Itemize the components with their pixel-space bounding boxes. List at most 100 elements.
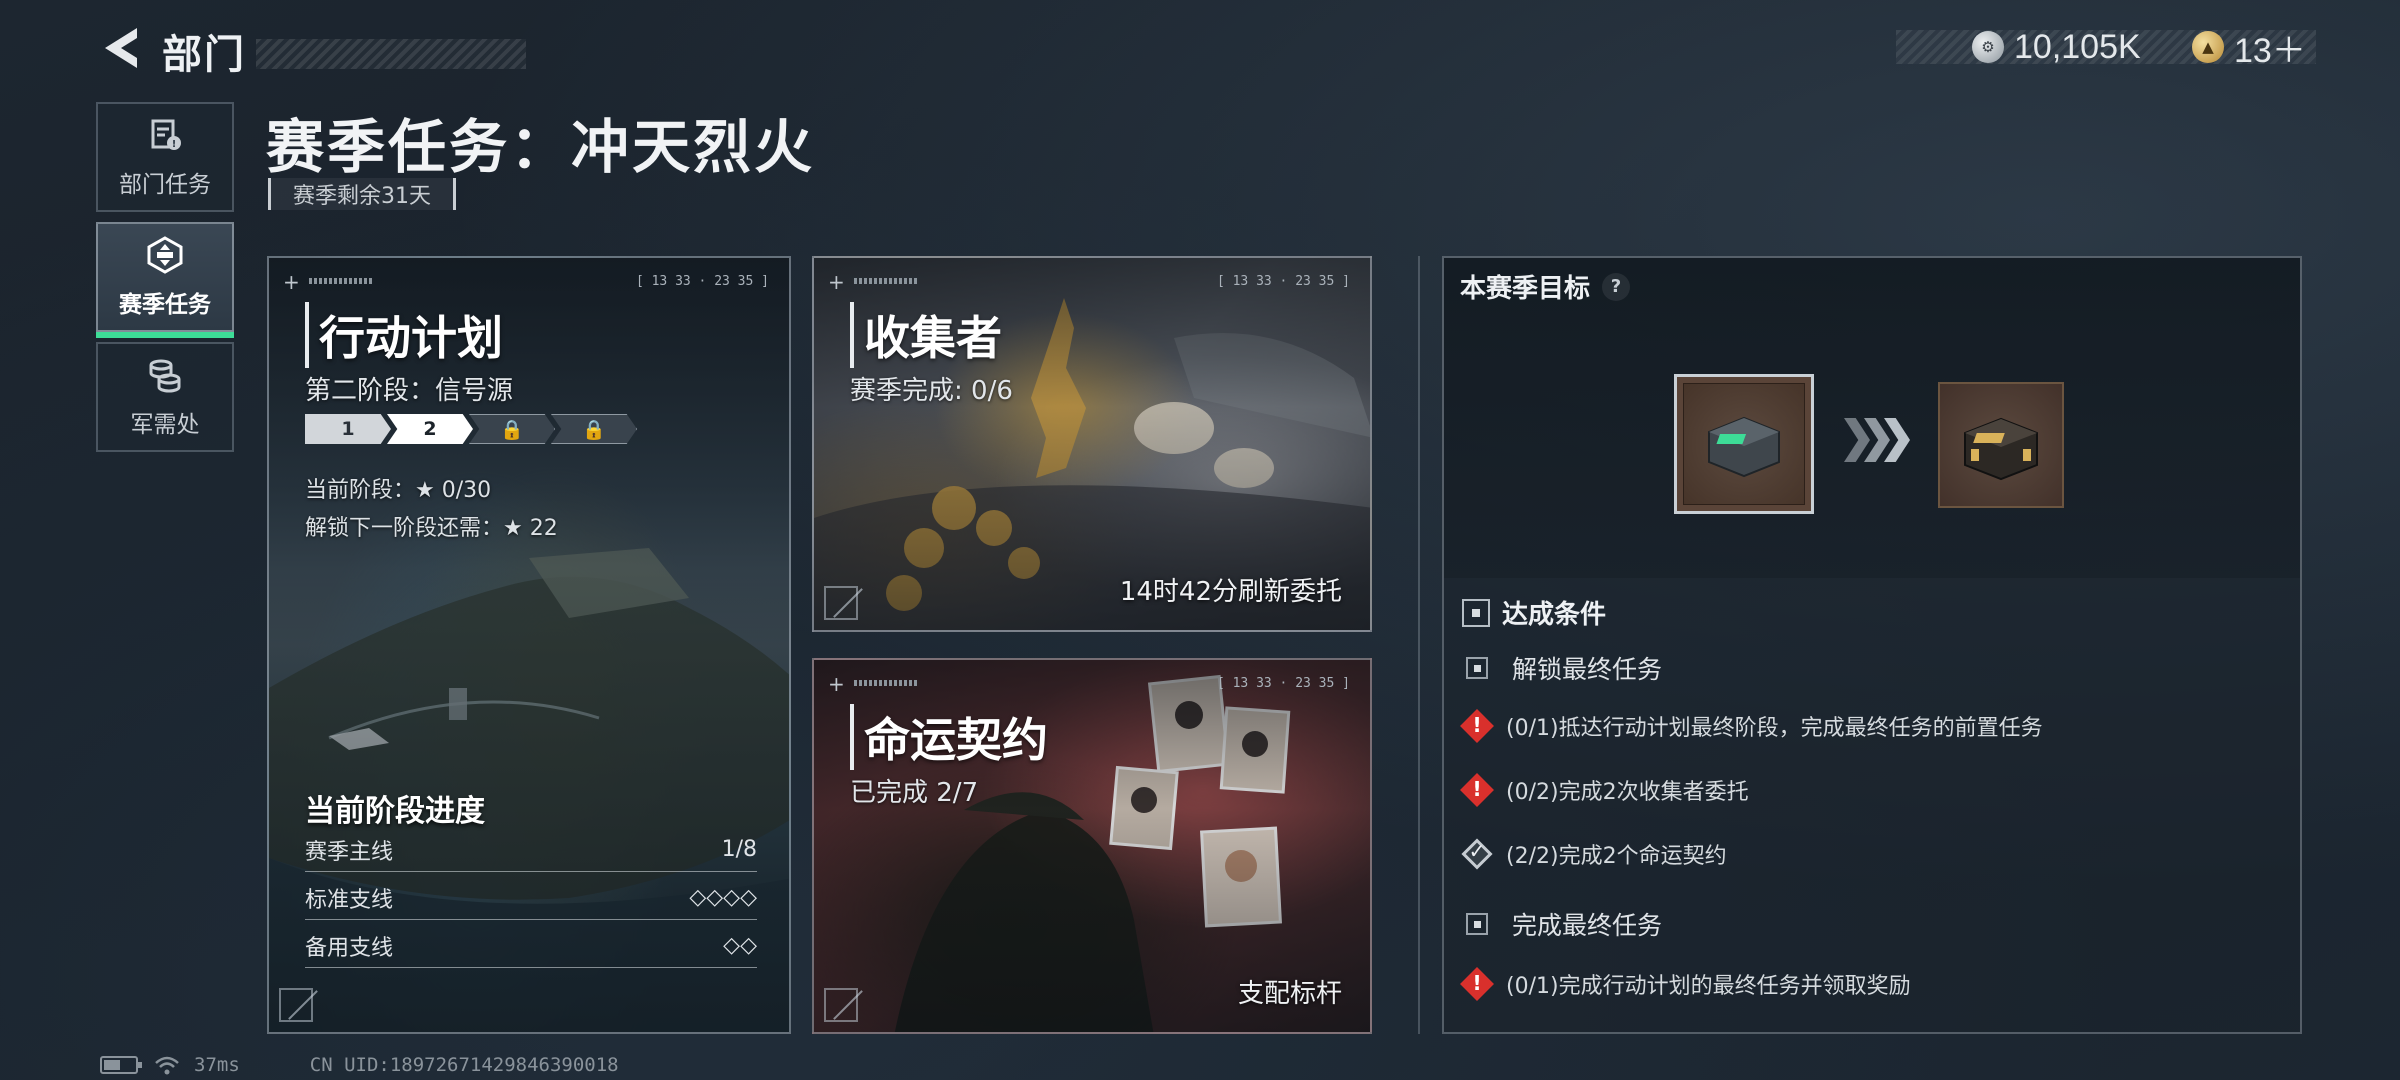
- card-tag-decoration: [309, 278, 373, 284]
- corner-plus-icon: +: [828, 672, 845, 696]
- condition-item[interactable]: ! (0/1)抵达行动计划最终阶段，完成最终任务的前置任务: [1460, 709, 2043, 743]
- svg-text:!: !: [172, 139, 177, 150]
- card-title: 命运契约: [850, 704, 1048, 770]
- card-subtitle: 已完成 2/7: [850, 778, 979, 808]
- reward-item-frame: [1683, 383, 1805, 505]
- season-task-icon: [147, 236, 183, 274]
- sidebar-item-label: 部门任务: [119, 172, 211, 198]
- stage-2[interactable]: 2: [387, 414, 473, 444]
- card-tag-decoration: [854, 680, 918, 686]
- currency-gold-value: 13＋: [2234, 31, 2306, 70]
- card-code: [ 13 33 · 23 35 ]: [1216, 676, 1350, 691]
- progress-row-value: ◇◇: [723, 933, 757, 958]
- corner-diagonal-icon: [824, 586, 858, 620]
- stage-4-locked[interactable]: 🔒: [551, 414, 637, 444]
- season-goal-panel: 本赛季目标 ? 达成条件 解锁最终任务 ! (0/1)抵达行动计划最终阶段，完成…: [1442, 256, 2302, 1034]
- stage-progress: 1 2 🔒 🔒: [305, 414, 637, 444]
- conditions-header: 达成条件: [1462, 594, 1606, 631]
- back-button[interactable]: [96, 20, 146, 76]
- top-bar: 部门 ⚙ 10,105K ▲ 13＋: [0, 0, 2400, 96]
- condition-group-label: 完成最终任务: [1512, 911, 1663, 940]
- condition-group-final: 完成最终任务: [1466, 906, 1662, 942]
- back-arrow-icon: [105, 28, 137, 68]
- unlock-next-stage: 解锁下一阶段还需：★ 22: [305, 516, 558, 541]
- currency-silver[interactable]: ⚙ 10,105K: [1972, 28, 2141, 66]
- condition-item[interactable]: ✓ (2/2)完成2个命运契约: [1461, 838, 1727, 870]
- header-title-wrap: 部门: [162, 22, 526, 80]
- progress-row-label: 赛季主线: [305, 839, 394, 865]
- corner-diagonal-icon: [824, 988, 858, 1022]
- current-stage-stars: 当前阶段：★ 0/30: [305, 478, 492, 503]
- card-code: [ 13 33 · 23 35 ]: [1216, 274, 1350, 289]
- goal-title: 本赛季目标: [1460, 274, 1591, 304]
- card-subtitle: 第二阶段：信号源: [305, 376, 514, 406]
- stage-progress-title: 当前阶段进度: [305, 794, 485, 829]
- title-decoration: [256, 39, 526, 69]
- refresh-timer: 14时42分刷新委托: [1119, 577, 1342, 607]
- card-title: 收集者: [850, 302, 1002, 368]
- warning-icon: !: [1460, 773, 1494, 807]
- sidebar-item-label: 军需处: [130, 412, 200, 438]
- corner-diagonal-icon: [279, 988, 313, 1022]
- wifi-icon: [155, 1056, 179, 1075]
- condition-item[interactable]: ! (0/2)完成2次收集者委托: [1460, 773, 1749, 807]
- sidebar-item-department-tasks[interactable]: ! 部门任务: [96, 102, 234, 212]
- fate-footer-label: 支配标杆: [1237, 979, 1342, 1009]
- progress-row-backup: 备用支线 ◇◇: [305, 924, 757, 968]
- bullet-square-icon: [1466, 657, 1488, 679]
- collector-card[interactable]: + [ 13 33 · 23 35 ] 收集者 赛季完成: 0/6 14时42分…: [812, 256, 1372, 632]
- panel-divider: [1418, 256, 1420, 1034]
- operation-plan-card[interactable]: + [ 13 33 · 23 35 ] 行动计划 第二阶段：信号源 1 2 🔒 …: [267, 256, 791, 1034]
- sidebar-item-quartermaster[interactable]: 军需处: [96, 342, 234, 452]
- warning-icon: !: [1460, 967, 1494, 1001]
- card-tag-decoration: [854, 278, 918, 284]
- silver-coin-icon: ⚙: [1972, 31, 2004, 63]
- reward-item-current[interactable]: [1674, 374, 1814, 514]
- status-footer: 37ms CN UID:18972671429846390018: [100, 1054, 619, 1076]
- battery-icon: [100, 1056, 142, 1074]
- help-icon[interactable]: ?: [1602, 272, 1631, 301]
- card-subtitle: 赛季完成: 0/6: [850, 376, 1013, 406]
- gold-token-icon: ▲: [2192, 31, 2224, 63]
- ping-value: 37ms: [194, 1054, 240, 1076]
- warning-icon: !: [1460, 709, 1494, 743]
- user-uid: CN UID:18972671429846390018: [309, 1054, 619, 1076]
- lock-icon: 🔒: [582, 418, 606, 441]
- conditions-icon: [1462, 598, 1490, 627]
- quartermaster-icon: [149, 359, 181, 393]
- progress-row-label: 标准支线: [305, 887, 394, 913]
- card-title: 行动计划: [305, 302, 503, 368]
- currency-silver-value: 10,105K: [2014, 27, 2141, 66]
- progress-row-label: 备用支线: [305, 935, 394, 961]
- condition-text: (0/2)完成2次收集者委托: [1506, 780, 1749, 805]
- progress-row-standard: 标准支线 ◇◇◇◇: [305, 876, 757, 920]
- condition-group-unlock: 解锁最终任务: [1466, 650, 1662, 686]
- condition-text: (0/1)完成行动计划的最终任务并领取奖励: [1506, 974, 1911, 999]
- bullet-square-icon: [1466, 913, 1488, 935]
- corner-plus-icon: +: [828, 270, 845, 294]
- progress-row-value: ◇◇◇◇: [689, 885, 757, 910]
- supply-case-icon: [1708, 416, 1780, 478]
- fate-contract-card[interactable]: + [ 13 33 · 23 35 ] 命运契约 已完成 2/7 支配标杆: [812, 658, 1372, 1034]
- conditions-title: 达成条件: [1502, 600, 1607, 630]
- page-title: 部门: [162, 32, 246, 78]
- progress-row-value: 1/8: [721, 837, 757, 862]
- sidebar-item-season-tasks[interactable]: 赛季任务: [96, 222, 234, 338]
- corner-plus-icon: +: [283, 270, 300, 294]
- reward-item-final[interactable]: [1938, 382, 2064, 508]
- lock-icon: 🔒: [500, 418, 524, 441]
- condition-group-label: 解锁最终任务: [1512, 655, 1663, 684]
- sidebar-item-label: 赛季任务: [119, 292, 211, 318]
- season-remaining-badge: 赛季剩余31天: [268, 178, 456, 210]
- sidebar: ! 部门任务 赛季任务 军需处: [96, 102, 234, 462]
- card-code: [ 13 33 · 23 35 ]: [635, 274, 769, 289]
- currency-gold[interactable]: ▲ 13＋: [2192, 28, 2306, 70]
- check-icon: ✓: [1461, 838, 1493, 870]
- stage-1[interactable]: 1: [305, 414, 391, 444]
- condition-item[interactable]: ! (0/1)完成行动计划的最终任务并领取奖励: [1460, 967, 1911, 1001]
- upgrade-arrows-icon: [1844, 418, 1910, 462]
- condition-text: (0/1)抵达行动计划最终阶段，完成最终任务的前置任务: [1506, 716, 2043, 741]
- season-title: 赛季任务：冲天烈火: [266, 113, 816, 181]
- stage-3-locked[interactable]: 🔒: [469, 414, 555, 444]
- goal-header: 本赛季目标 ?: [1460, 268, 1631, 305]
